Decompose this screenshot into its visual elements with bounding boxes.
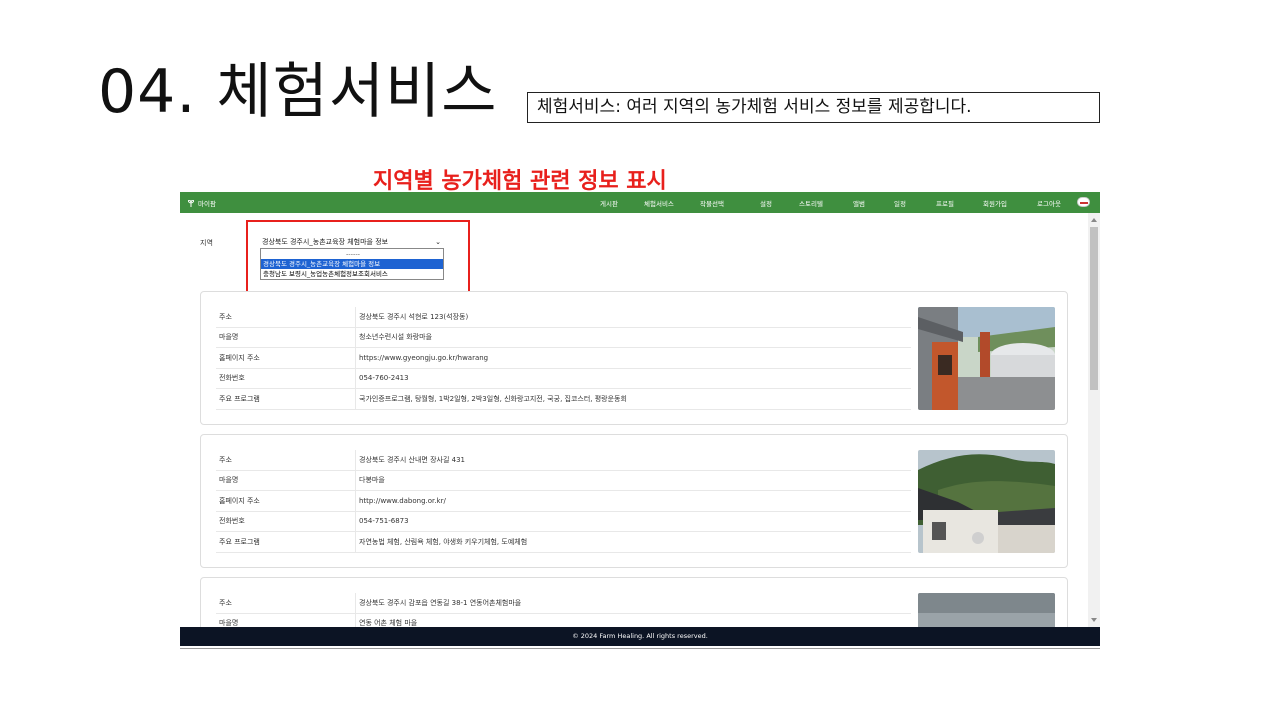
experience-card: 주소 경상북도 경주시 산내면 장사길 431 마을명 다봉마을 홈페이지 주소 ht… — [200, 434, 1068, 568]
row-key: 마을명 — [216, 470, 356, 491]
top-navbar: 마이팜 게시판 체험서비스 작물선택 설정 스토리텔 앨범 일정 프로필 회원가… — [180, 192, 1100, 213]
row-key: 마을명 — [216, 327, 356, 348]
row-value: 국가인증프로그램, 탕월형, 1박2일형, 2박3일형, 신화랑고지전, 국궁,… — [355, 388, 911, 410]
card-info-table: 주소 경상북도 경주시 감포읍 연동길 38-1 연동어촌체험마을 마을명 연동 어… — [216, 593, 911, 627]
row-key: 주요 프로그램 — [216, 388, 356, 410]
row-value: 054-751-6873 — [355, 511, 911, 532]
table-row: 주소 경상북도 경주시 산내면 장사길 431 — [216, 450, 911, 471]
homepage-link[interactable]: http://www.dabong.or.kr/ — [355, 490, 911, 512]
browser-screenshot: 마이팜 게시판 체험서비스 작물선택 설정 스토리텔 앨범 일정 프로필 회원가… — [180, 192, 1100, 649]
region-label: 지역 — [200, 239, 213, 247]
row-value: 054-760-2413 — [355, 368, 911, 389]
row-key: 홈페이지 주소 — [216, 347, 356, 369]
village-photo — [918, 307, 1055, 410]
row-key: 홈페이지 주소 — [216, 490, 356, 512]
table-row: 전화번호 054-760-2413 — [216, 368, 911, 389]
row-key: 전화번호 — [216, 511, 356, 532]
table-row: 홈페이지 주소 https://www.gyeongju.go.kr/hwaran… — [216, 347, 911, 369]
table-row: 주소 경상북도 경주시 감포읍 연동길 38-1 연동어촌체험마을 — [216, 593, 911, 614]
table-row: 마을명 연동 어촌 체험 마을 — [216, 613, 911, 627]
table-row: 홈페이지 주소 http://www.dabong.or.kr/ — [216, 490, 911, 512]
nav-item-crop[interactable]: 작물선택 — [700, 198, 724, 208]
card-info-table: 주소 경상북도 경주시 산내면 장사길 431 마을명 다봉마을 홈페이지 주소 ht… — [216, 450, 911, 553]
row-value: 자연농법 체험, 산림욕 체험, 야생화 키우기체험, 도예체험 — [355, 531, 911, 553]
row-key: 주소 — [216, 450, 356, 471]
row-value: 경상북도 경주시 감포읍 연동길 38-1 연동어촌체험마을 — [355, 593, 911, 614]
slide-subtitle: 지역별 농가체험 관련 정보 표시 — [373, 169, 667, 194]
nav-item-signup[interactable]: 회원가입 — [983, 198, 1007, 208]
brand-link[interactable]: 마이팜 — [188, 198, 216, 208]
main-content: 지역 경상북도 경주시_농촌교육장 체험마을 정보 ⌄ ------ 경상북도 … — [180, 213, 1085, 627]
scrollbar-thumb[interactable] — [1090, 227, 1098, 390]
nav-item-album[interactable]: 앨범 — [853, 198, 865, 208]
nav-item-settings[interactable]: 설정 — [760, 198, 772, 208]
row-key: 주소 — [216, 307, 356, 328]
row-value: 연동 어촌 체험 마을 — [355, 613, 911, 627]
table-row: 전화번호 054-751-6873 — [216, 511, 911, 532]
table-row: 주요 프로그램 국가인증프로그램, 탕월형, 1박2일형, 2박3일형, 신화랑고… — [216, 388, 911, 410]
table-row: 주요 프로그램 자연농법 체험, 산림욕 체험, 야생화 키우기체험, 도예체험 — [216, 531, 911, 553]
page-footer: © 2024 Farm Healing. All rights reserved… — [180, 627, 1100, 646]
language-flag-icon[interactable] — [1077, 197, 1090, 207]
row-value: 청소년수련시설 화랑마을 — [355, 327, 911, 348]
row-key: 전화번호 — [216, 368, 356, 389]
slide-description: 체험서비스: 여러 지역의 농가체험 서비스 정보를 제공합니다. — [527, 92, 1100, 123]
nav-item-profile[interactable]: 프로필 — [936, 198, 954, 208]
homepage-link[interactable]: https://www.gyeongju.go.kr/hwarang — [355, 347, 911, 369]
slide-title: 04. 체험서비스 — [98, 57, 498, 127]
nav-item-schedule[interactable]: 일정 — [894, 198, 906, 208]
experience-card: 주소 경상북도 경주시 감포읍 연동길 38-1 연동어촌체험마을 마을명 연동 어… — [200, 577, 1068, 627]
highlight-box — [246, 220, 470, 296]
row-value: 경상북도 경주시 산내면 장사길 431 — [355, 450, 911, 471]
row-value: 경상북도 경주시 석현로 123(석장동) — [355, 307, 911, 328]
row-key: 주요 프로그램 — [216, 531, 356, 553]
table-row: 주소 경상북도 경주시 석현로 123(석장동) — [216, 307, 911, 328]
table-row: 마을명 청소년수련시설 화랑마을 — [216, 327, 911, 348]
scroll-up-icon[interactable] — [1091, 218, 1097, 222]
scroll-down-icon[interactable] — [1091, 618, 1097, 622]
row-key: 마을명 — [216, 613, 356, 627]
card-info-table: 주소 경상북도 경주시 석현로 123(석장동) 마을명 청소년수련시설 화랑마을 … — [216, 307, 911, 410]
village-photo — [918, 593, 1055, 627]
nav-item-story[interactable]: 스토리텔 — [799, 198, 823, 208]
plant-icon — [188, 199, 194, 207]
brand-name: 마이팜 — [198, 200, 216, 208]
table-row: 마을명 다봉마을 — [216, 470, 911, 491]
nav-item-board[interactable]: 게시판 — [600, 198, 618, 208]
nav-item-logout[interactable]: 로그아웃 — [1037, 198, 1061, 208]
vertical-scrollbar[interactable] — [1088, 213, 1100, 627]
row-value: 다봉마을 — [355, 470, 911, 491]
row-key: 주소 — [216, 593, 356, 614]
experience-card: 주소 경상북도 경주시 석현로 123(석장동) 마을명 청소년수련시설 화랑마을 … — [200, 291, 1068, 425]
nav-item-experience[interactable]: 체험서비스 — [644, 198, 674, 208]
village-photo — [918, 450, 1055, 553]
